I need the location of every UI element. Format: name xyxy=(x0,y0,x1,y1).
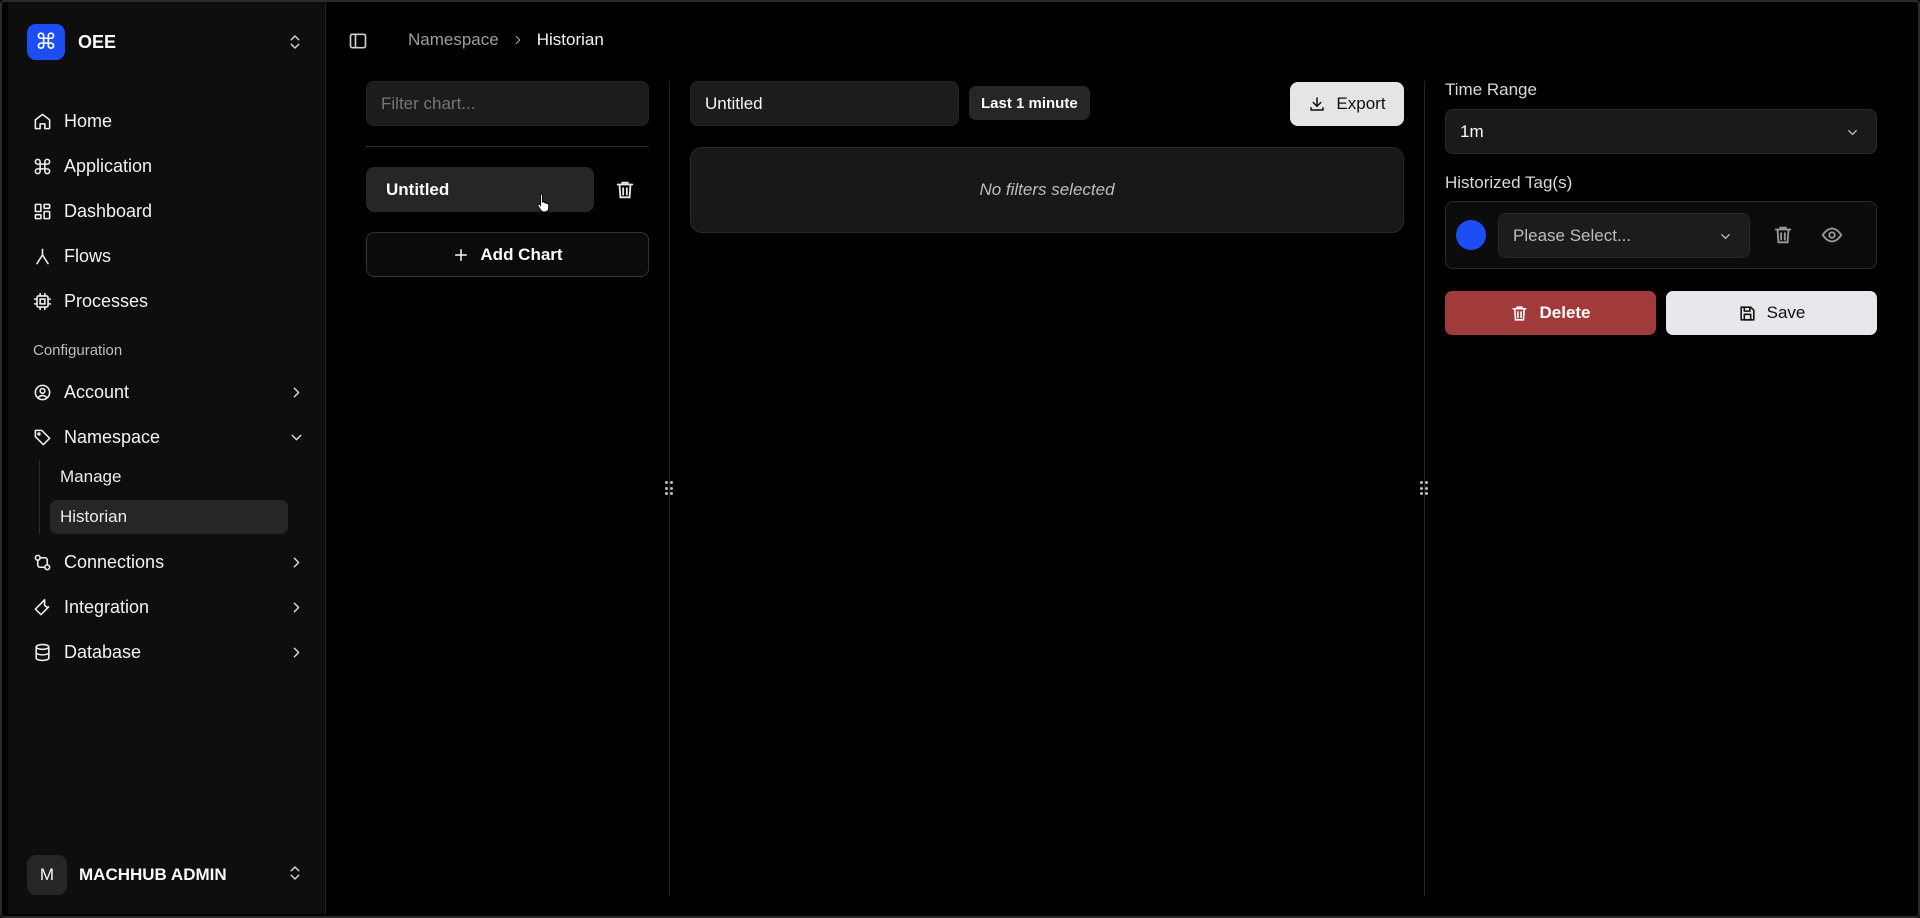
breadcrumb-current: Historian xyxy=(536,30,604,49)
historized-tags-label: Historized Tag(s) xyxy=(1445,173,1573,192)
nav-item-label: Dashboard xyxy=(64,201,153,221)
topbar: Namespace Historian xyxy=(326,2,1916,80)
command-logo-icon: ⌘ xyxy=(27,24,65,60)
nav-item-database[interactable]: Database xyxy=(23,630,313,675)
nav-item-flows[interactable]: Flows xyxy=(23,234,313,279)
tag-select[interactable]: Please Select... xyxy=(1498,213,1750,258)
nav-item-label: Processes xyxy=(64,291,149,311)
nav-item-label: Home xyxy=(64,111,113,131)
section-label-configuration: Configuration xyxy=(33,341,123,359)
connections-icon xyxy=(34,554,51,571)
nav-item-connections[interactable]: Connections xyxy=(23,540,313,585)
sidebar-toggle-icon[interactable] xyxy=(348,31,368,51)
plus-icon xyxy=(455,248,468,261)
chart-title-input[interactable] xyxy=(690,81,959,126)
download-icon xyxy=(1310,97,1325,111)
nav-item-label: Application xyxy=(64,156,153,176)
dashboard-icon xyxy=(34,203,51,220)
pointer-cursor-icon xyxy=(537,193,550,213)
avatar: M xyxy=(27,855,67,895)
nav-item-account[interactable]: Account xyxy=(23,370,313,415)
command-icon xyxy=(34,158,51,175)
add-chart-button[interactable]: Add Chart xyxy=(366,232,649,277)
workspace-switcher[interactable]: ⌘ OEE xyxy=(27,24,312,60)
nav-item-application[interactable]: Application xyxy=(23,144,313,189)
chevron-right-icon xyxy=(293,647,300,658)
delete-label: Delete xyxy=(1539,303,1591,322)
sidebar: ⌘ OEE Home Application Dashboard Flows P… xyxy=(8,2,326,914)
chevron-down-icon xyxy=(291,434,302,441)
eye-icon[interactable] xyxy=(1821,224,1843,246)
time-range-select[interactable]: 1m xyxy=(1445,109,1877,154)
filters-panel: No filters selected xyxy=(690,147,1404,233)
nav-item-label: Connections xyxy=(64,552,165,572)
divider xyxy=(366,146,649,147)
nav-item-home[interactable]: Home xyxy=(23,99,313,144)
delete-button[interactable]: Delete xyxy=(1445,291,1656,335)
chevrons-up-down-icon xyxy=(290,866,300,880)
save-label: Save xyxy=(1766,303,1806,322)
time-range-label: Time Range xyxy=(1445,80,1537,99)
database-icon xyxy=(35,643,50,662)
nav-item-dashboard[interactable]: Dashboard xyxy=(23,189,313,234)
workspace-name: OEE xyxy=(78,31,117,52)
nav-item-label: Integration xyxy=(64,597,150,617)
export-label: Export xyxy=(1336,94,1386,113)
user-circle-icon xyxy=(34,384,51,401)
add-chart-label: Add Chart xyxy=(480,244,563,264)
empty-filters-text: No filters selected xyxy=(979,180,1115,199)
trash-icon xyxy=(1512,305,1528,321)
chevron-down-icon xyxy=(1848,130,1857,135)
nav-item-label: Namespace xyxy=(64,427,161,447)
chart-list-item[interactable]: Untitled xyxy=(366,167,594,212)
namespace-submenu: Manage Historian xyxy=(39,460,313,534)
tag-icon xyxy=(34,429,51,446)
flows-icon xyxy=(36,248,49,265)
resize-handle-left[interactable] xyxy=(664,480,674,496)
trash-icon[interactable] xyxy=(1772,224,1794,246)
cpu-icon xyxy=(33,292,52,311)
nav-item-namespace[interactable]: Namespace xyxy=(23,415,313,460)
user-menu[interactable]: M MACHHUB ADMIN xyxy=(27,855,312,895)
sidebar-item-historian[interactable]: Historian xyxy=(50,500,288,534)
time-range-badge: Last 1 minute xyxy=(969,86,1090,120)
chevron-right-icon xyxy=(515,35,521,45)
nav-item-integration[interactable]: Integration xyxy=(23,585,313,630)
breadcrumb: Namespace Historian xyxy=(408,30,604,50)
sidebar-item-manage[interactable]: Manage xyxy=(50,460,288,494)
chevron-right-icon xyxy=(293,387,300,398)
trash-icon[interactable] xyxy=(614,179,636,201)
breadcrumb-parent[interactable]: Namespace xyxy=(408,30,499,50)
nav-item-label: Database xyxy=(64,642,142,662)
app-window: ⌘ OEE Home Application Dashboard Flows P… xyxy=(0,0,1920,918)
save-icon xyxy=(1740,305,1755,321)
time-range-value: 1m xyxy=(1460,121,1484,141)
tag-color-swatch[interactable] xyxy=(1456,220,1486,250)
nav-item-label: Account xyxy=(64,382,130,402)
save-button[interactable]: Save xyxy=(1666,291,1877,335)
nav-item-label: Flows xyxy=(64,246,112,266)
user-name: MACHHUB ADMIN xyxy=(79,865,227,884)
export-button[interactable]: Export xyxy=(1290,82,1404,126)
chevron-right-icon xyxy=(293,557,300,568)
tag-row: Please Select... xyxy=(1445,201,1877,269)
chevron-right-icon xyxy=(293,602,300,613)
chevron-down-icon xyxy=(1721,234,1730,239)
resize-handle-right[interactable] xyxy=(1419,480,1429,496)
home-icon xyxy=(34,113,51,130)
chevrons-up-down-icon xyxy=(290,35,300,49)
nav-item-processes[interactable]: Processes xyxy=(23,279,313,324)
main-nav: Home Application Dashboard Flows Process… xyxy=(23,99,313,675)
filter-chart-input[interactable] xyxy=(366,81,649,126)
tag-select-placeholder: Please Select... xyxy=(1513,225,1632,245)
wrench-icon xyxy=(34,599,50,616)
